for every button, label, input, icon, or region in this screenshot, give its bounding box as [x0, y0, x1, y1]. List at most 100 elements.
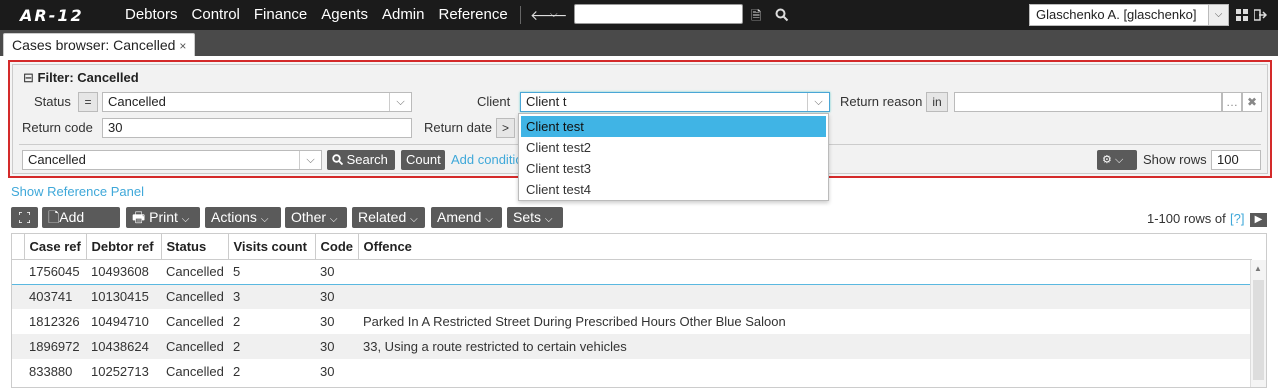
- saved-filter-value: Cancelled: [28, 152, 86, 167]
- menu-separator: [520, 6, 521, 24]
- cell-case-ref: 833880: [29, 364, 73, 379]
- chevron-down-icon[interactable]: ⌵: [389, 93, 411, 111]
- client-label: Client: [477, 94, 511, 109]
- rows-info: 1-100 rows of: [1147, 211, 1226, 226]
- cell-offence: Parked In A Restricted Street During Pre…: [363, 314, 786, 329]
- menu-admin[interactable]: Admin: [375, 0, 432, 30]
- cell-offence: [358, 284, 1252, 309]
- fullscreen-button[interactable]: [11, 207, 38, 228]
- show-reference-panel-link[interactable]: Show Reference Panel: [11, 184, 144, 199]
- chevron-down-icon: ⌵: [544, 214, 553, 225]
- cell-code: 30: [315, 334, 358, 359]
- close-icon[interactable]: ×: [179, 39, 186, 53]
- col-code[interactable]: Code: [315, 234, 359, 260]
- saved-filter-select[interactable]: Cancelled ⌵: [22, 150, 322, 170]
- table-row[interactable]: 1896972 10438624 Cancelled 2 30 33, Using a r…: [12, 334, 1252, 359]
- scrollbar-thumb[interactable]: [1253, 280, 1264, 380]
- gear-icon: ⚙: [1102, 154, 1112, 166]
- cell-visits-count: 2: [233, 314, 241, 329]
- return-reason-operator[interactable]: in: [926, 92, 948, 112]
- chevron-down-icon[interactable]: ⌵: [1208, 5, 1228, 25]
- return-code-label: Return code: [22, 120, 93, 135]
- more-icon[interactable]: …: [1222, 92, 1242, 112]
- client-option[interactable]: Client test2: [519, 137, 828, 158]
- logout-icon[interactable]: [1254, 9, 1267, 21]
- menu-debtors[interactable]: Debtors: [118, 0, 185, 30]
- chevron-down-icon[interactable]: ⌵: [807, 93, 829, 111]
- col-case-ref[interactable]: Case ref: [24, 234, 87, 260]
- settings-button[interactable]: ⚙ ⌵: [1097, 150, 1137, 170]
- col-status[interactable]: Status: [161, 234, 229, 260]
- cell-status: Cancelled: [161, 258, 228, 285]
- chevron-down-icon[interactable]: ⌵: [299, 151, 321, 169]
- related-button[interactable]: Related ⌵: [352, 207, 425, 228]
- cell-code: 30: [320, 364, 335, 379]
- cell-offence: [358, 258, 1252, 285]
- status-operator[interactable]: =: [78, 92, 98, 112]
- search-icon[interactable]: [775, 8, 789, 22]
- tab-cases-browser[interactable]: Cases browser: Cancelled ×: [3, 33, 196, 56]
- count-button[interactable]: Count: [401, 150, 445, 170]
- related-label: Related: [358, 209, 407, 225]
- amend-label: Amend: [437, 209, 482, 225]
- print-button[interactable]: 🖶 Print ⌵: [126, 207, 200, 228]
- return-reason-input[interactable]: [954, 92, 1222, 112]
- scroll-up-icon[interactable]: ▲: [1254, 264, 1262, 273]
- back-arrow-icon[interactable]: 🡐: [530, 7, 568, 24]
- client-option[interactable]: Client test: [521, 116, 826, 137]
- table-row[interactable]: 1756045 10493608 Cancelled 5 30: [12, 258, 1252, 285]
- search-button[interactable]: Search: [327, 150, 395, 170]
- clear-icon[interactable]: ✖: [1242, 92, 1262, 112]
- filter-title[interactable]: ⊟ Filter: Cancelled: [23, 70, 139, 86]
- status-label: Status: [34, 94, 71, 109]
- user-select[interactable]: Glaschenko A. [glaschenko] ⌵: [1029, 4, 1229, 26]
- menu-reference[interactable]: Reference: [432, 0, 515, 30]
- menu-control[interactable]: Control: [185, 0, 247, 30]
- chevron-down-icon: ⌵: [1114, 154, 1124, 166]
- cell-code: 30: [320, 314, 335, 329]
- client-value: Client t: [526, 94, 567, 109]
- user-name: Glaschenko A. [glaschenko]: [1036, 7, 1197, 22]
- table-row[interactable]: 1812326 10494710 Cancelled 2 30 Parked In A R…: [12, 309, 1252, 334]
- search-button-label: Search: [346, 152, 388, 167]
- actions-button[interactable]: Actions ⌵: [205, 207, 281, 228]
- cell-debtor-ref: 10130415: [86, 284, 161, 309]
- amend-button[interactable]: Amend ⌵: [431, 207, 502, 228]
- tab-label: Cases browser: Cancelled: [12, 37, 176, 53]
- cell-status: Cancelled: [166, 364, 224, 379]
- return-code-input[interactable]: 30: [102, 118, 412, 138]
- history-chevron-down-icon[interactable]: ⌵: [550, 9, 558, 20]
- col-debtor-ref[interactable]: Debtor ref: [86, 234, 162, 260]
- cell-code: 30: [315, 284, 358, 309]
- collapse-icon[interactable]: ⊟: [23, 70, 34, 85]
- grid-icon[interactable]: [1236, 9, 1248, 21]
- menu-finance[interactable]: Finance: [247, 0, 314, 30]
- table-row[interactable]: 833880 10252713 Cancelled 2 30: [12, 359, 1252, 384]
- cell-debtor-ref: 10494710: [91, 314, 149, 329]
- rows-help-link[interactable]: [?]: [1230, 211, 1244, 226]
- col-offence[interactable]: Offence: [358, 234, 1252, 260]
- client-option[interactable]: Client test4: [519, 179, 828, 200]
- other-button[interactable]: Other ⌵: [285, 207, 347, 228]
- next-page-button[interactable]: ▶: [1250, 213, 1267, 227]
- return-date-operator[interactable]: >: [496, 118, 515, 138]
- return-reason-label: Return reason: [840, 94, 923, 109]
- menu-agents[interactable]: Agents: [314, 0, 375, 30]
- add-condition-link[interactable]: Add conditio: [451, 152, 523, 167]
- col-visits-count[interactable]: Visits count: [228, 234, 316, 260]
- status-select[interactable]: Cancelled ⌵: [102, 92, 412, 112]
- show-rows-input[interactable]: 100: [1211, 150, 1261, 170]
- table-row[interactable]: 403741 10130415 Cancelled 3 30: [12, 284, 1252, 309]
- cell-code: 30: [315, 258, 358, 285]
- document-icon[interactable]: 🗎: [751, 7, 761, 29]
- client-option[interactable]: Client test3: [519, 158, 828, 179]
- cell-case-ref: 403741: [24, 284, 86, 309]
- global-search-input[interactable]: [574, 4, 743, 24]
- add-note-button[interactable]: 🗋Add note: [42, 207, 120, 245]
- status-value: Cancelled: [108, 94, 166, 109]
- sets-button[interactable]: Sets ⌵: [507, 207, 563, 228]
- client-input[interactable]: Client t ⌵: [520, 92, 830, 112]
- app-logo[interactable]: AR-12: [20, 6, 84, 25]
- cases-table: Case ref Debtor ref Status Visits count …: [11, 233, 1267, 388]
- table-scrollbar[interactable]: ▲: [1250, 260, 1266, 387]
